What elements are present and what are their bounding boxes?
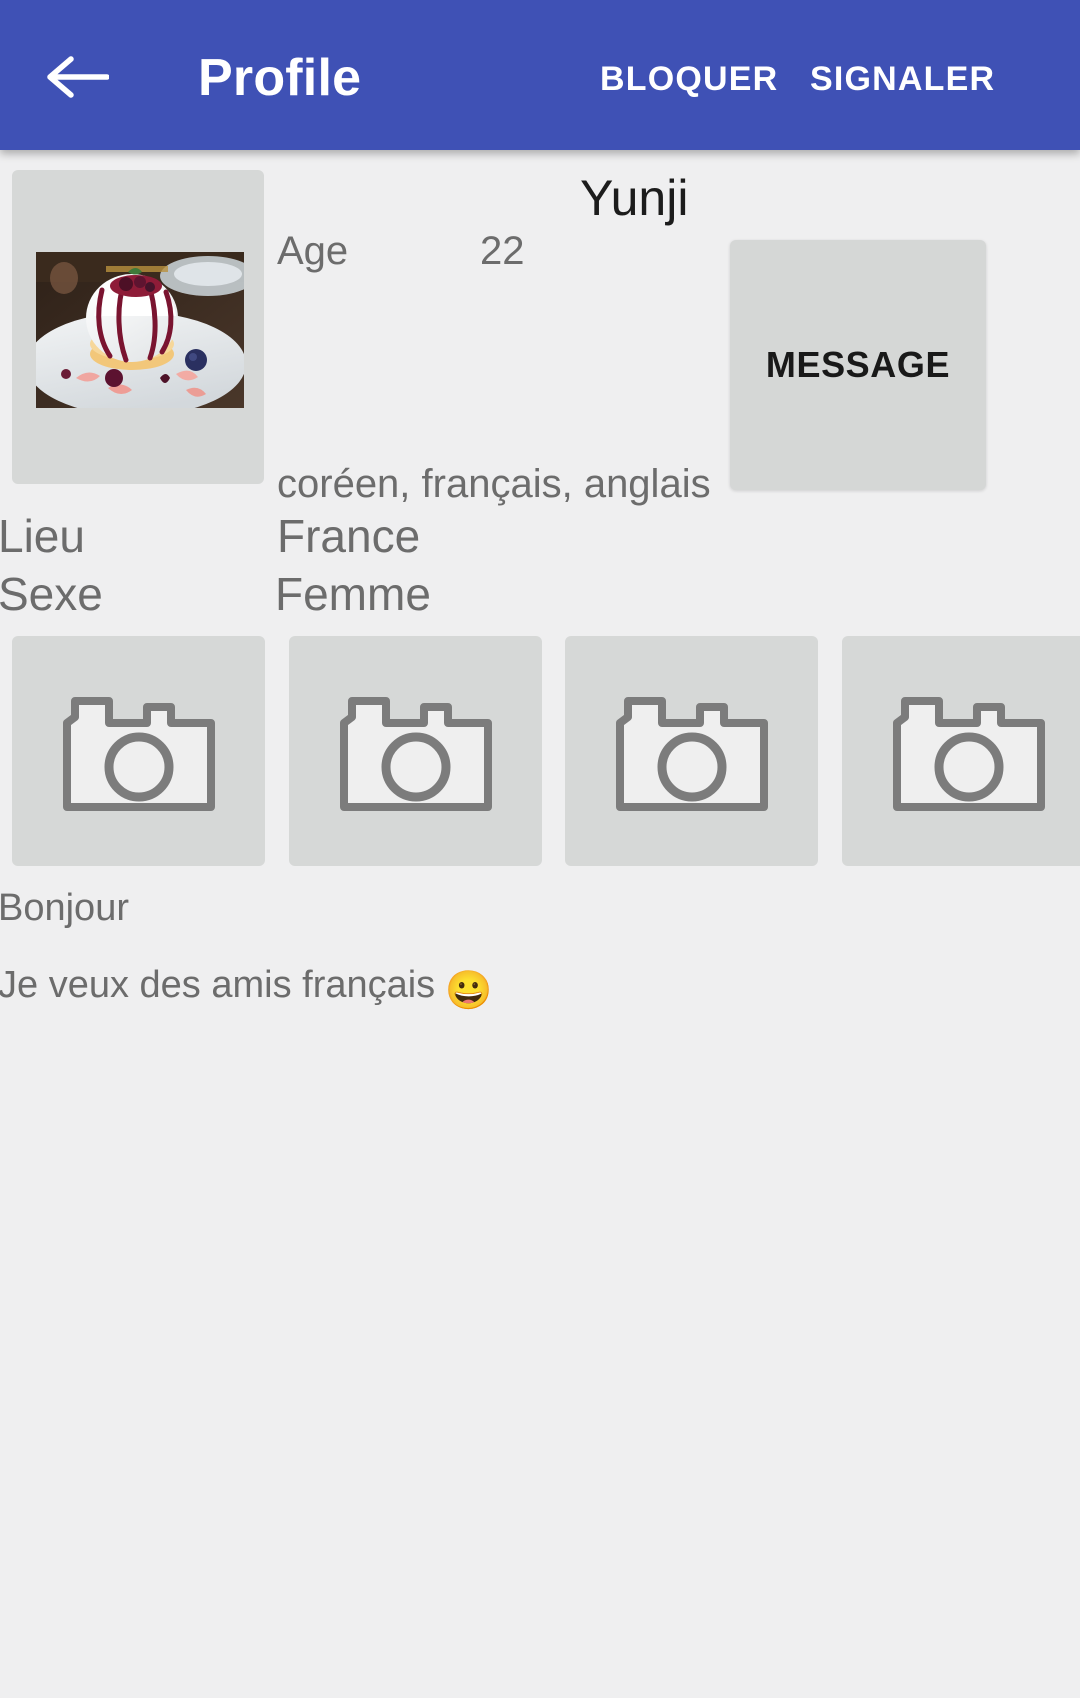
message-button-label: MESSAGE <box>765 344 951 385</box>
avatar[interactable] <box>12 170 264 484</box>
age-label: Age <box>277 229 349 273</box>
photo-strip[interactable] <box>0 636 1080 866</box>
languages-value: coréen, français, anglais <box>277 462 711 506</box>
bio-line-2: Je veux des amis français 😀 <box>0 962 493 1014</box>
report-action[interactable]: SIGNALER <box>810 57 995 101</box>
page-title: Profile <box>198 49 362 107</box>
location-value: France <box>277 510 421 562</box>
camera-icon <box>53 679 225 824</box>
block-action[interactable]: BLOQUER <box>600 57 778 101</box>
dessert-photo <box>36 252 244 408</box>
location-label: Lieu <box>0 510 85 562</box>
photo-thumbnail[interactable] <box>12 636 265 866</box>
bio-line-1: Bonjour <box>0 887 129 929</box>
smiley-emoji: 😀 <box>445 970 493 1012</box>
app-bar: Profile BLOQUER SIGNALER <box>0 0 1080 150</box>
age-value: 22 <box>480 229 525 273</box>
back-button[interactable] <box>40 48 114 106</box>
arrow-left-icon <box>45 54 109 100</box>
photo-thumbnail[interactable] <box>842 636 1080 866</box>
bio-line-2-text: Je veux des amis français <box>0 964 436 1006</box>
photo-thumbnail[interactable] <box>565 636 818 866</box>
profile-name: Yunji <box>580 170 689 226</box>
photo-thumbnail[interactable] <box>289 636 542 866</box>
camera-icon <box>606 679 778 824</box>
message-button[interactable]: MESSAGE <box>730 240 986 490</box>
gender-label: Sexe <box>0 568 103 620</box>
gender-value: Femme <box>275 568 431 620</box>
camera-icon <box>330 679 502 824</box>
camera-icon <box>883 679 1055 824</box>
